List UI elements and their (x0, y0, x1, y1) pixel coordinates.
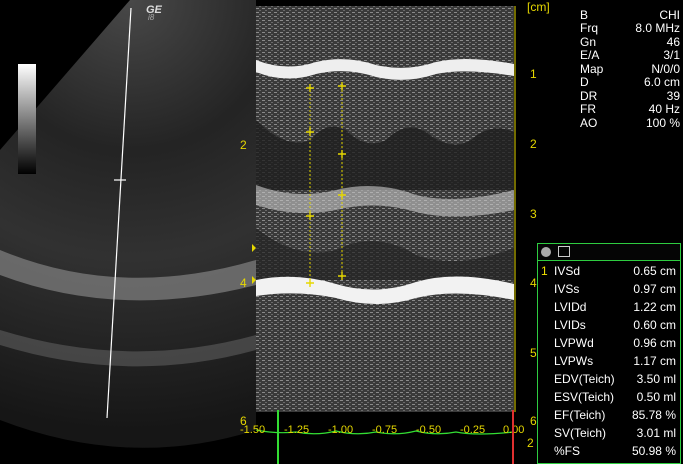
ecg-marker-start (277, 410, 279, 464)
measurement-value: 1.17 cm (633, 354, 676, 368)
param-label: Frq (580, 21, 598, 35)
measurement-row: LVIDd 1.22 cm (538, 298, 680, 316)
param-value: 100 % (645, 116, 680, 130)
measurement-value: 0.97 cm (633, 282, 676, 296)
measurement-label: EDV(Teich) (554, 372, 615, 386)
depth-unit-label: [cm] (527, 0, 550, 14)
measurement-row: %FS 50.98 % (538, 442, 680, 460)
measurement-label: EF(Teich) (554, 408, 606, 422)
measurement-label: %FS (554, 444, 581, 458)
depth-tick: 2 (530, 137, 537, 151)
measurement-label: IVSs (554, 282, 580, 296)
measurement-label: LVIDd (554, 300, 587, 314)
time-tick: -0.75 (372, 424, 398, 436)
depth-tick: 3 (530, 207, 537, 221)
measurement-row: IVSd 0.65 cm (538, 262, 680, 280)
param-label: D (580, 75, 589, 89)
depth-tick: 5 (530, 346, 537, 360)
measurement-row: LVIDs 0.60 cm (538, 316, 680, 334)
depth-tick-left: 2 (240, 138, 247, 152)
measurement-value: 0.65 cm (633, 264, 676, 278)
param-label: E/A (580, 48, 600, 62)
measurement-panel[interactable]: 1 IVSd 0.65 cm IVSs 0.97 cm LVIDd 1.22 c… (537, 243, 681, 464)
measurement-value: 1.22 cm (633, 300, 676, 314)
time-tick: -0.25 (460, 424, 486, 436)
param-label: AO (580, 116, 598, 130)
depth-tick: 4 (530, 276, 537, 290)
measurement-row: EDV(Teich) 3.50 ml (538, 370, 680, 388)
depth-tick: 6 (530, 414, 537, 428)
probe-label: i8 (148, 13, 155, 22)
measurement-value: 3.01 ml (636, 426, 676, 440)
depth-tick-left: 4 (240, 276, 247, 290)
time-tick: -1.50 (240, 424, 266, 436)
measurement-label: ESV(Teich) (554, 390, 615, 404)
time-tick: -0.50 (416, 424, 442, 436)
measurement-value: 85.78 % (631, 408, 676, 422)
param-label: FR (580, 102, 596, 116)
measurement-label: LVPWd (554, 336, 594, 350)
measurement-value: 0.60 cm (633, 318, 676, 332)
measurement-row: LVPWs 1.17 cm (538, 352, 680, 370)
measurement-value: 0.96 cm (633, 336, 676, 350)
m-mode-image (256, 6, 514, 435)
measure-tool-icon[interactable] (558, 246, 570, 257)
measurement-label: LVIDs (554, 318, 586, 332)
time-axis-suffix: 2 (527, 436, 534, 450)
measurement-row: SV(Teich) 3.01 ml (538, 424, 680, 442)
grayscale-bar (18, 64, 36, 174)
measurement-value: 3.50 ml (636, 372, 676, 386)
measurement-label: IVSd (554, 264, 581, 278)
param-value: 8.0 MHz (635, 21, 680, 35)
measurement-row: LVPWd 0.96 cm (538, 334, 680, 352)
measurement-value: 50.98 % (631, 444, 676, 458)
panel-toggle-icon[interactable] (541, 247, 551, 257)
time-tick: -1.25 (284, 424, 310, 436)
measurement-row: ESV(Teich) 0.50 ml (538, 388, 680, 406)
depth-tick: 1 (530, 67, 537, 81)
measurement-panel-header (538, 244, 680, 261)
measurement-label: SV(Teich) (554, 426, 607, 440)
param-value: 3/1 (663, 48, 680, 62)
time-tick: -1.00 (328, 424, 354, 436)
param-value: 6.0 cm (643, 75, 680, 89)
measurement-row: EF(Teich) 85.78 % (538, 406, 680, 424)
measurement-value: 0.50 ml (636, 390, 676, 404)
measurement-row: IVSs 0.97 cm (538, 280, 680, 298)
param-value: 40 Hz (648, 102, 680, 116)
depth-scale-right (514, 6, 516, 412)
measurement-label: LVPWs (554, 354, 594, 368)
ecg-marker-end (512, 410, 514, 464)
b-mode-image (0, 0, 256, 448)
